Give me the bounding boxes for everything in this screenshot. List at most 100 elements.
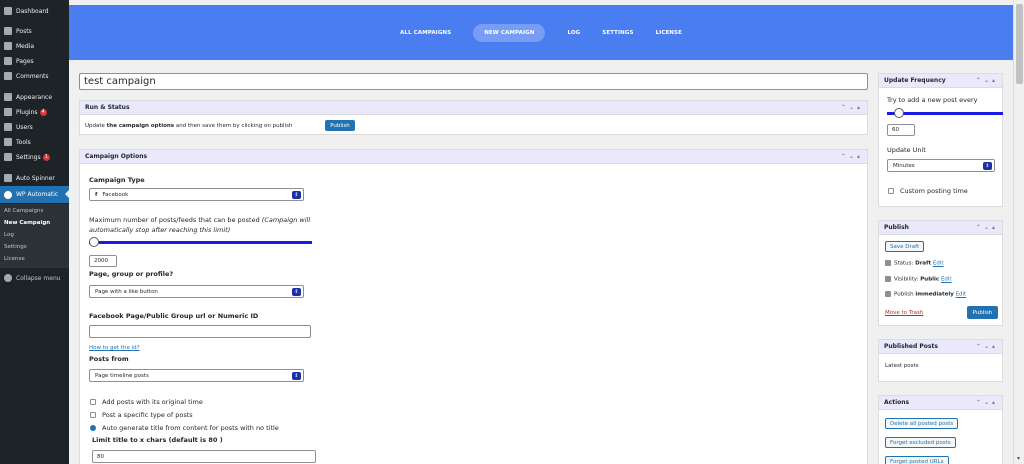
- original-time-checkbox[interactable]: [90, 399, 96, 405]
- spinner-icon: [4, 174, 12, 182]
- edit-visibility-link[interactable]: Edit: [941, 277, 952, 283]
- sidebar-item-label: Tools: [16, 138, 31, 146]
- sidebar-item-dashboard[interactable]: Dashboard: [0, 3, 69, 19]
- page-group-select[interactable]: Page with a like button ⇕: [89, 285, 304, 298]
- posts-from-select[interactable]: Page timeline posts ⇕: [89, 369, 304, 382]
- box-controls-icon[interactable]: ⌃⌄▴: [976, 343, 998, 350]
- submenu-item-license[interactable]: License: [0, 253, 69, 265]
- submenu-item-settings[interactable]: Settings: [0, 241, 69, 253]
- select-value: Facebook: [102, 191, 129, 198]
- frequency-input[interactable]: 60: [887, 124, 915, 136]
- sidebar-item-comments[interactable]: Comments: [0, 68, 69, 84]
- delete-posted-button[interactable]: Delete all posted posts: [885, 418, 959, 429]
- sidebar-item-users[interactable]: Users: [0, 119, 69, 135]
- campaign-type-label: Campaign Type: [89, 176, 145, 184]
- submenu-item-log[interactable]: Log: [0, 229, 69, 241]
- how-to-get-id-link[interactable]: How to get the id?: [89, 345, 140, 351]
- limit-title-input[interactable]: 80: [92, 450, 316, 463]
- box-controls-icon[interactable]: ⌃⌄▴: [841, 153, 863, 160]
- original-time-label: Add posts with its original time: [102, 398, 203, 406]
- posts-from-label: Posts from: [89, 355, 129, 363]
- sidebar-item-label: Posts: [16, 27, 32, 35]
- sidebar-item-appearance[interactable]: Appearance: [0, 89, 69, 105]
- scrollbar-thumb[interactable]: [1016, 4, 1023, 84]
- sidebar-item-plugins[interactable]: Plugins 4: [0, 104, 69, 120]
- collapse-menu-button[interactable]: Collapse menu: [0, 270, 69, 286]
- campaign-title-input[interactable]: test campaign: [79, 73, 868, 90]
- tab-all-campaigns[interactable]: ALL CAMPAIGNS: [400, 30, 451, 36]
- sidebar-item-media[interactable]: Media: [0, 38, 69, 54]
- box-header[interactable]: Run & Status ⌃⌄▴: [80, 101, 867, 115]
- move-to-trash-link[interactable]: Move to Trash: [885, 310, 923, 316]
- tab-settings[interactable]: SETTINGS: [602, 30, 633, 36]
- sidebar-item-label: Settings: [16, 153, 41, 161]
- box-title: Publish: [884, 224, 909, 231]
- box-header[interactable]: Campaign Options ⌃⌄▴: [80, 150, 867, 164]
- sidebar-item-label: Media: [16, 42, 35, 50]
- slider-handle[interactable]: [89, 237, 99, 247]
- forget-excluded-button[interactable]: Forget excluded posts: [885, 437, 956, 448]
- tab-new-campaign[interactable]: NEW CAMPAIGN: [473, 23, 546, 42]
- pages-icon: [4, 57, 12, 65]
- sidebar-item-label: Dashboard: [16, 7, 49, 15]
- sidebar-item-auto-spinner[interactable]: Auto Spinner: [0, 170, 69, 186]
- sidebar-item-posts[interactable]: Posts: [0, 23, 69, 39]
- max-posts-input[interactable]: 2000: [89, 255, 117, 267]
- page-group-label: Page, group or profile?: [89, 270, 174, 278]
- edit-schedule-link[interactable]: Edit: [956, 292, 967, 298]
- auto-title-radio[interactable]: [90, 425, 96, 431]
- wrench-icon: [4, 138, 12, 146]
- box-controls-icon[interactable]: ⌃⌄▴: [976, 224, 998, 231]
- submenu-label: New Campaign: [4, 220, 51, 226]
- submenu-label: Settings: [4, 244, 27, 250]
- box-title: Run & Status: [85, 104, 130, 111]
- forget-urls-button[interactable]: Forget posted URLs: [885, 456, 949, 464]
- frequency-slider[interactable]: [887, 112, 1003, 115]
- box-title: Published Posts: [884, 343, 938, 350]
- plugin-header-nav: ALL CAMPAIGNS NEW CAMPAIGN LOG SETTINGS …: [69, 5, 1013, 60]
- update-unit-label: Update Unit: [887, 146, 926, 154]
- submenu-item-new-campaign[interactable]: New Campaign: [0, 217, 69, 229]
- custom-time-checkbox[interactable]: [888, 188, 894, 194]
- select-value: Minutes: [893, 162, 915, 169]
- max-posts-label: Maximum number of posts/feeds that can b…: [89, 216, 311, 234]
- sidebar-item-settings[interactable]: Settings 1: [0, 149, 69, 165]
- collapse-label: Collapse menu: [16, 274, 61, 282]
- max-posts-slider[interactable]: [89, 241, 312, 244]
- submenu-label: All Campaigns: [4, 208, 44, 214]
- sidebar-item-label: Comments: [16, 72, 49, 80]
- sidebar-item-tools[interactable]: Tools: [0, 134, 69, 150]
- campaign-type-select[interactable]: f Facebook ⇕: [89, 188, 304, 201]
- media-icon: [4, 42, 12, 50]
- current-menu-arrow: [65, 190, 69, 198]
- save-draft-button[interactable]: Save Draft: [885, 241, 925, 252]
- sidebar-item-wp-automatic[interactable]: WP Automatic: [0, 186, 69, 203]
- tab-log[interactable]: LOG: [567, 30, 580, 36]
- update-unit-select[interactable]: Minutes ⇕: [887, 159, 995, 172]
- tab-license[interactable]: LICENSE: [656, 30, 682, 36]
- pin-icon: [4, 27, 12, 35]
- slider-handle[interactable]: [894, 108, 904, 118]
- box-header[interactable]: Publish ⌃⌄▴: [879, 221, 1002, 235]
- box-controls-icon[interactable]: ⌃⌄▴: [841, 104, 863, 111]
- sidebar-item-label: Auto Spinner: [16, 174, 55, 182]
- scroll-down-icon[interactable]: ▾: [1017, 455, 1020, 462]
- automatic-icon: [4, 190, 12, 199]
- box-header[interactable]: Actions ⌃⌄▴: [879, 396, 1002, 410]
- box-controls-icon[interactable]: ⌃⌄▴: [976, 399, 998, 406]
- status-row: Status: Draft Edit: [885, 260, 944, 267]
- submenu-item-all-campaigns[interactable]: All Campaigns: [0, 205, 69, 217]
- edit-status-link[interactable]: Edit: [933, 261, 944, 267]
- eye-icon: [885, 276, 891, 282]
- publish-inline-button[interactable]: Publish: [325, 120, 355, 131]
- box-controls-icon[interactable]: ⌃⌄▴: [976, 77, 998, 84]
- publish-button[interactable]: Publish: [967, 306, 998, 319]
- select-value: Page with a like button: [95, 288, 158, 295]
- box-header[interactable]: Published Posts ⌃⌄▴: [879, 340, 1002, 354]
- specific-type-checkbox[interactable]: [90, 412, 96, 418]
- sidebar-item-pages[interactable]: Pages: [0, 53, 69, 69]
- sidebar-item-label: WP Automatic: [16, 191, 59, 198]
- page-scrollbar[interactable]: ▾: [1013, 0, 1024, 464]
- box-header[interactable]: Update Frequency ⌃⌄▴: [879, 74, 1002, 88]
- fb-url-input[interactable]: [89, 325, 311, 338]
